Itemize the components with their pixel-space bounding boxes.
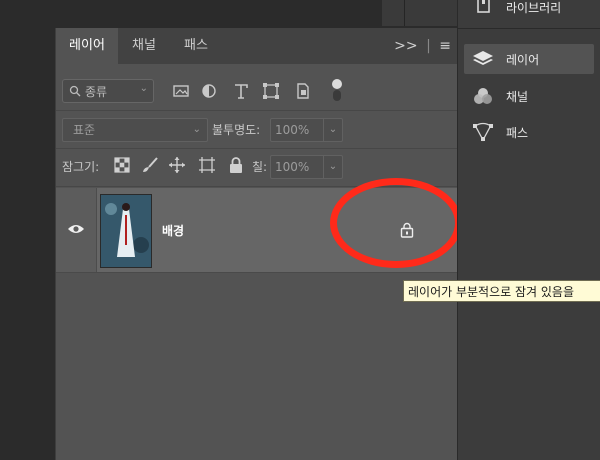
panel-controls: >> | ≡ [394, 38, 451, 54]
filter-kind-select[interactable]: 종류 ⌄ [62, 79, 154, 103]
chevron-down-icon: ⌄ [139, 83, 148, 94]
lock-paint-icon[interactable] [141, 156, 159, 174]
opacity-input[interactable]: 100% [270, 118, 324, 142]
sidebar-item-label: 레이어 [506, 53, 540, 67]
lock-all-icon[interactable] [227, 156, 245, 174]
layer-lock-tooltip: 레이어가 부분적으로 잠겨 있음을 [403, 280, 600, 302]
blend-row: 표준 ⌄ 불투명도: 100% ⌄ [56, 110, 457, 149]
layer-name[interactable]: 배경 [162, 222, 184, 239]
filter-kind-label: 종류 [85, 85, 108, 99]
divider [458, 28, 600, 29]
lock-transparent-icon[interactable] [113, 156, 131, 174]
text-filter-icon[interactable] [232, 82, 250, 100]
library-icon [477, 0, 490, 13]
fill-dropdown-button[interactable]: ⌄ [323, 155, 343, 179]
layers-panel: 레이어 채널 패스 >> | ≡ 종류 ⌄ 표준 ⌄ 불투명도: 100% ⌄ … [55, 28, 462, 460]
fill-value: 100% [275, 160, 310, 174]
annotation-circle [330, 178, 462, 268]
opacity-value: 100% [275, 123, 310, 137]
blend-mode-value: 표준 [73, 123, 96, 137]
smart-object-filter-icon[interactable] [294, 82, 312, 100]
blend-mode-select[interactable]: 표준 ⌄ [62, 118, 208, 142]
lock-artboard-icon[interactable] [198, 156, 216, 174]
adjustment-filter-icon[interactable] [200, 82, 218, 100]
image-filter-icon[interactable] [172, 82, 190, 100]
top-tab-stub[interactable] [382, 0, 405, 26]
panel-dock: 라이브러리 레이어 채널 패스 [457, 0, 600, 460]
lock-label: 잠그기: [62, 160, 100, 174]
opacity-label: 불투명도: [212, 123, 261, 137]
shape-filter-icon[interactable] [262, 82, 280, 100]
chevron-down-icon: ⌄ [192, 124, 201, 135]
sidebar-item-label: 라이브러리 [506, 1, 562, 15]
sidebar-item-layers[interactable]: 레이어 [464, 44, 594, 74]
filter-row: 종류 ⌄ [56, 72, 457, 111]
panel-menu-icon[interactable]: ≡ [439, 38, 451, 54]
top-tab-stub-2[interactable] [405, 0, 457, 26]
panel-tabbar: 레이어 채널 패스 >> | ≡ [56, 28, 457, 64]
layer-thumbnail [100, 194, 152, 268]
channels-icon [474, 88, 492, 104]
filter-toggle-icon[interactable] [328, 78, 346, 102]
tab-paths[interactable]: 패스 [170, 28, 222, 64]
sidebar-item-library[interactable]: 라이브러리 [464, 0, 594, 22]
eye-icon [68, 225, 84, 233]
sidebar-item-label: 채널 [506, 90, 529, 104]
sidebar-item-label: 패스 [506, 126, 529, 140]
fill-label: 칠: [252, 160, 268, 174]
search-icon [69, 85, 81, 97]
fill-input[interactable]: 100% [270, 155, 324, 179]
paths-icon [473, 122, 493, 142]
visibility-toggle[interactable] [56, 188, 97, 272]
sidebar-item-paths[interactable]: 패스 [464, 117, 594, 147]
tab-channels[interactable]: 채널 [118, 28, 170, 64]
lock-move-icon[interactable] [168, 156, 186, 174]
layers-icon [473, 51, 493, 65]
sidebar-item-channels[interactable]: 채널 [464, 81, 594, 111]
opacity-dropdown-button[interactable]: ⌄ [323, 118, 343, 142]
tab-layers[interactable]: 레이어 [56, 28, 118, 64]
collapse-icon[interactable]: >> [394, 38, 417, 54]
